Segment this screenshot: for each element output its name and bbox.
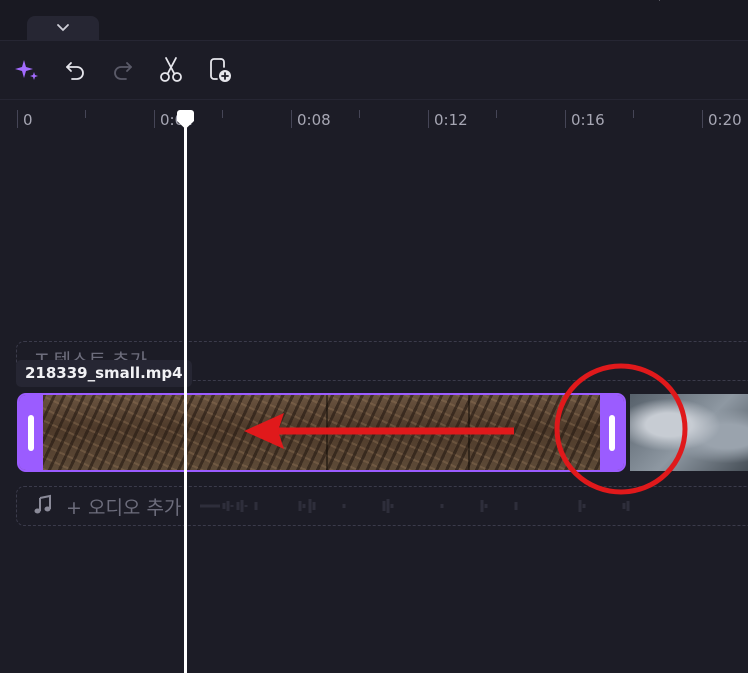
ruler-minor-tick (633, 110, 634, 118)
chevron-down-icon (57, 24, 69, 32)
annotation-arrow (244, 413, 514, 449)
grip-icon (28, 415, 34, 451)
clip-name-tooltip: 218339_small.mp4 (16, 360, 192, 387)
undo-icon (66, 62, 84, 80)
redo-icon (114, 62, 132, 80)
clip-trim-handle-left[interactable] (19, 395, 43, 470)
time-ruler[interactable]: 0 0:04 0:08 0:12 0:16 0:20 (0, 100, 748, 134)
ruler-major-tick (154, 110, 155, 128)
add-to-timeline-button[interactable] (205, 55, 235, 85)
ruler-minor-tick (222, 110, 223, 118)
ruler-label: 0:08 (297, 111, 331, 129)
ruler-major-tick (702, 110, 703, 128)
ruler-label: 0:20 (708, 111, 742, 129)
music-note-icon (34, 494, 51, 514)
ruler-minor-tick (496, 110, 497, 118)
ruler-major-tick (291, 110, 292, 128)
ruler-label: 0:12 (434, 111, 468, 129)
ruler-label: 0:16 (571, 111, 605, 129)
ruler-minor-tick (85, 110, 86, 118)
ruler-major-tick (565, 110, 566, 128)
collapse-panel-button[interactable] (27, 16, 99, 40)
ruler-label: 0 (23, 111, 33, 129)
scissors-icon (160, 57, 182, 82)
split-button[interactable] (156, 55, 186, 85)
search-icon[interactable] (652, 0, 668, 6)
redo-button[interactable] (108, 55, 138, 85)
ruler-minor-tick (359, 110, 360, 118)
top-panel-strip (0, 0, 748, 41)
sparkle-icon (15, 60, 38, 80)
undo-button[interactable] (60, 55, 90, 85)
playhead-handle[interactable] (176, 110, 195, 130)
playhead-line (184, 118, 187, 673)
ai-tools-button[interactable] (12, 55, 42, 85)
annotation-circle (554, 363, 688, 495)
add-audio-label: + 오디오 추가 (66, 497, 182, 519)
ruler-major-tick (17, 110, 18, 128)
ruler-major-tick (428, 110, 429, 128)
add-to-timeline-icon (210, 58, 231, 82)
timeline-toolbar (0, 41, 748, 100)
